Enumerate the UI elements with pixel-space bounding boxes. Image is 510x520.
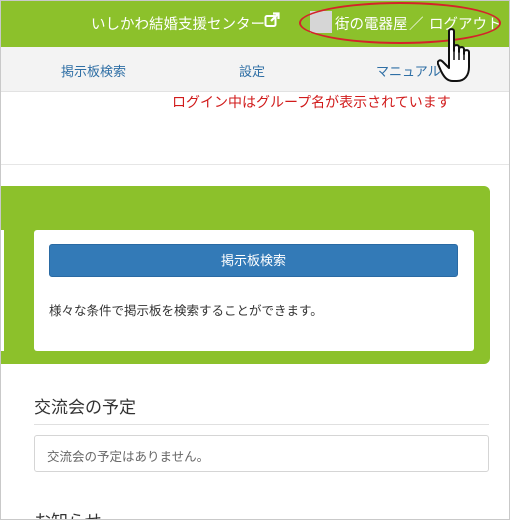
site-title-link[interactable]: いしかわ結婚支援センター <box>91 13 265 34</box>
divider <box>1 164 509 165</box>
panel-left-edge <box>1 230 4 351</box>
events-section-rule <box>34 424 489 425</box>
hand-pointer-icon <box>437 28 470 82</box>
nav-bar: 掲示板検索 設定 マニュアル <box>1 47 509 92</box>
page-frame: いしかわ結婚支援センター 街の電器屋 ／ ログアウト 掲示板検索 設定 マニュア… <box>0 0 510 520</box>
nav-item-board-search[interactable]: 掲示板検索 <box>61 61 126 80</box>
events-empty-message: 交流会の予定はありません。 <box>47 449 210 464</box>
nav-item-settings[interactable]: 設定 <box>239 61 265 80</box>
annotation-note: ログイン中はグループ名が表示されています <box>172 95 451 111</box>
events-section-title: 交流会の予定 <box>34 398 136 418</box>
board-search-button[interactable]: 掲示板検索 <box>49 244 458 277</box>
nav-item-manual[interactable]: マニュアル <box>376 61 441 80</box>
external-link-icon[interactable] <box>264 12 280 28</box>
news-section-title: お知らせ <box>34 507 102 519</box>
search-description: 様々な条件で掲示板を検索することができます。 <box>49 303 323 318</box>
